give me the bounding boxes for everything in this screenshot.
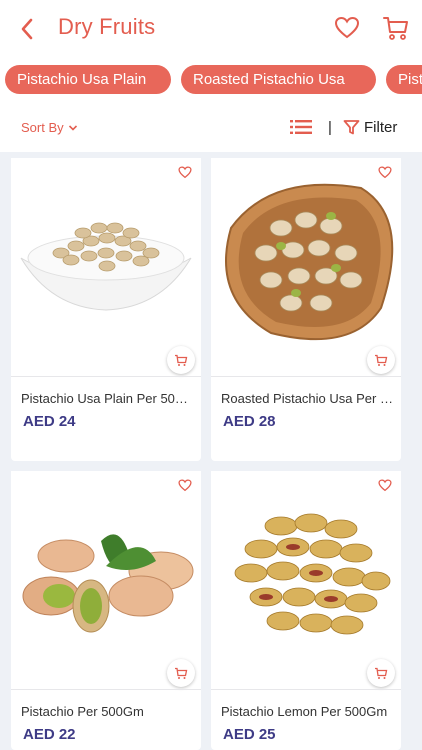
sort-by-label: Sort By (21, 120, 64, 135)
card-divider (211, 376, 401, 377)
cart-button[interactable] (382, 15, 410, 46)
add-to-cart-button[interactable] (167, 659, 195, 687)
card-divider (211, 689, 401, 690)
filter-label: Filter (364, 119, 398, 136)
product-card[interactable]: Pistachio Lemon Per 500Gm AED 25 (211, 471, 401, 750)
add-to-cart-button[interactable] (167, 346, 195, 374)
favorite-button[interactable] (378, 479, 392, 497)
app-header: Dry Fruits (0, 0, 422, 56)
product-image (11, 471, 201, 689)
cart-icon (175, 667, 188, 679)
product-name: Pistachio Usa Plain Per 500Gm (21, 391, 193, 406)
add-to-cart-button[interactable] (367, 346, 395, 374)
cart-icon (175, 354, 188, 366)
product-card[interactable]: Pistachio Usa Plain Per 500Gm AED 24 (11, 158, 201, 461)
card-divider (11, 376, 201, 377)
cart-icon (375, 667, 388, 679)
heart-icon (378, 166, 392, 179)
heart-icon (334, 16, 360, 39)
heart-icon (178, 166, 192, 179)
product-price: AED 28 (223, 413, 276, 430)
category-chip-bar: Pistachio Usa Plain Roasted Pistachio Us… (0, 56, 422, 102)
card-divider (11, 689, 201, 690)
product-card[interactable]: Pistachio Per 500Gm AED 22 (11, 471, 201, 750)
favorite-button[interactable] (178, 479, 192, 497)
filter-button[interactable]: Filter (343, 119, 397, 136)
heart-icon (378, 479, 392, 492)
product-price: AED 22 (23, 726, 76, 743)
cart-icon (383, 17, 408, 40)
sort-filter-bar: Sort By | Filter (0, 102, 422, 152)
product-name: Pistachio Per 500Gm (21, 704, 144, 719)
page-title: Dry Fruits (58, 14, 156, 39)
list-view-icon (290, 120, 312, 134)
product-image (211, 158, 401, 376)
product-price: AED 24 (23, 413, 76, 430)
list-view-button[interactable] (290, 120, 312, 139)
wishlist-button[interactable] (334, 16, 360, 45)
chevron-down-icon (68, 124, 77, 131)
chevron-left-icon (21, 18, 33, 40)
chip-roasted-pistachio-usa[interactable]: Roasted Pistachio Usa (181, 65, 376, 94)
product-image (211, 471, 401, 689)
cart-icon (375, 354, 388, 366)
heart-icon (178, 479, 192, 492)
sort-by-button[interactable]: Sort By (21, 120, 78, 135)
chip-pistachio-usa-plain[interactable]: Pistachio Usa Plain (5, 65, 171, 94)
product-image (11, 158, 201, 376)
product-name: Roasted Pistachio Usa Per 500Gm (221, 391, 393, 406)
chip-pista[interactable]: Pista (386, 65, 422, 94)
filter-icon (343, 120, 360, 135)
favorite-button[interactable] (178, 166, 192, 184)
back-button[interactable] (14, 16, 40, 42)
product-price: AED 25 (223, 726, 276, 743)
product-name: Pistachio Lemon Per 500Gm (221, 704, 388, 719)
toolbar-divider: | (328, 119, 332, 136)
add-to-cart-button[interactable] (367, 659, 395, 687)
favorite-button[interactable] (378, 166, 392, 184)
product-card[interactable]: Roasted Pistachio Usa Per 500Gm AED 28 (211, 158, 401, 461)
